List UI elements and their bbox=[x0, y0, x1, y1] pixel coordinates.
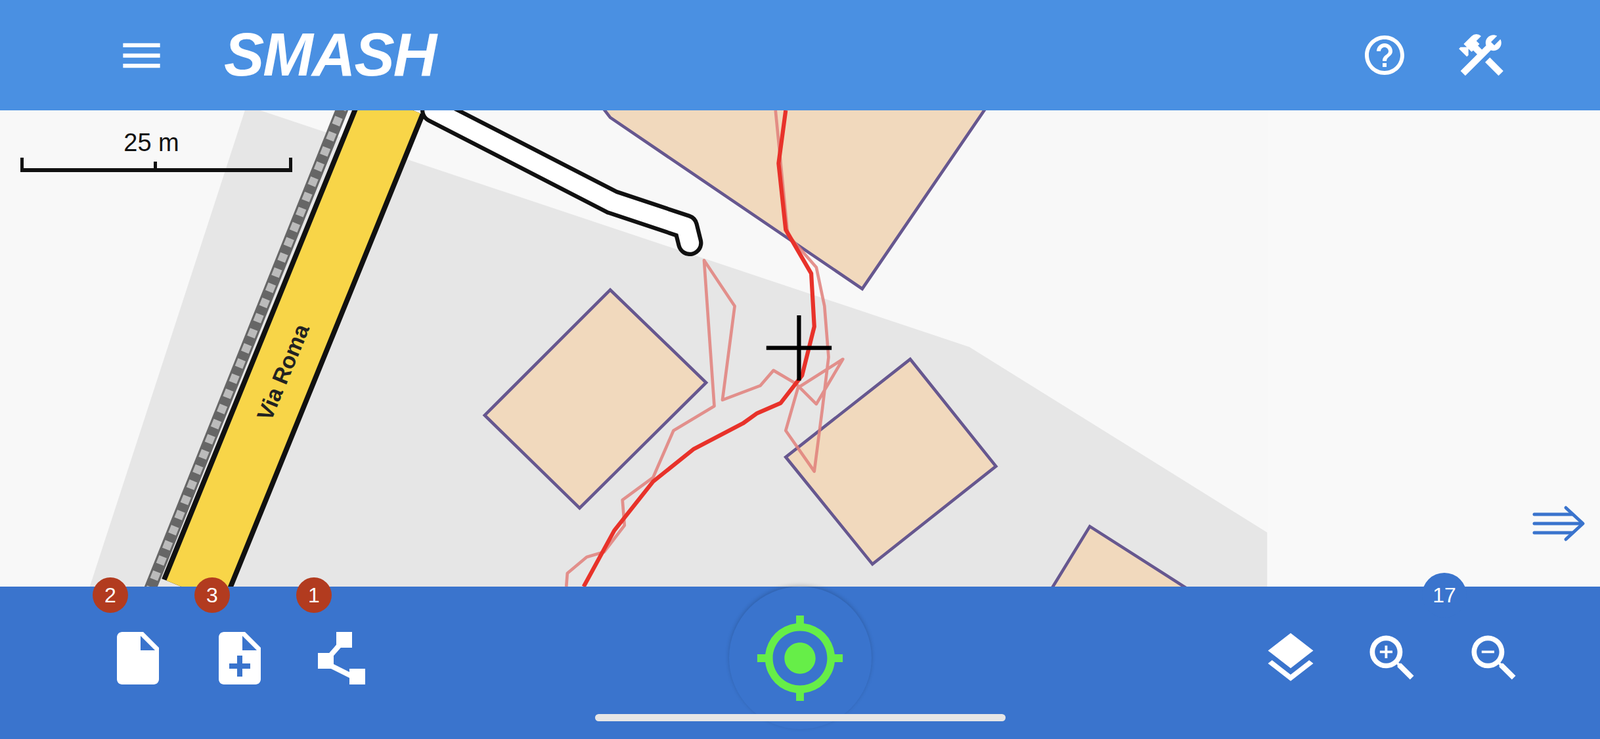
street: Via Roma bbox=[193, 110, 393, 587]
add-note-button[interactable]: 3 bbox=[206, 625, 273, 691]
layers-button[interactable] bbox=[1257, 625, 1324, 691]
crosshair-icon bbox=[766, 315, 832, 381]
street-label: Via Roma bbox=[252, 319, 315, 425]
left-tools: 231 bbox=[0, 625, 730, 691]
notes-icon bbox=[106, 626, 170, 690]
help-icon bbox=[1360, 31, 1409, 79]
zoom-out-icon bbox=[1464, 627, 1525, 689]
app-bar-actions bbox=[1360, 28, 1509, 83]
map-canvas[interactable]: Via Roma bbox=[0, 110, 1600, 587]
menu-button[interactable] bbox=[116, 30, 167, 81]
help-button[interactable] bbox=[1360, 31, 1409, 79]
logs-button[interactable]: 1 bbox=[308, 625, 375, 691]
smash-screen: SMASHVia Roma25 m23117 bbox=[0, 0, 1600, 739]
right-tools: 17 bbox=[871, 625, 1600, 691]
polyline-icon bbox=[310, 626, 374, 690]
app-bar: SMASH bbox=[0, 0, 1600, 111]
bottom-toolbar: 231 17 bbox=[0, 586, 1600, 739]
center-on-gps-button[interactable] bbox=[729, 586, 872, 730]
triple-arrow-icon bbox=[1531, 505, 1587, 542]
zoom-level-badge: 17 bbox=[1422, 572, 1467, 618]
scale-bar: 25 m bbox=[20, 128, 293, 173]
zoom-in-button[interactable] bbox=[1359, 625, 1426, 691]
scale-line bbox=[20, 157, 293, 173]
buildings bbox=[484, 110, 1189, 587]
app-title: SMASH bbox=[223, 21, 1361, 89]
count-badge: 3 bbox=[194, 577, 230, 613]
gps-log-raw bbox=[566, 110, 843, 587]
side-panel-button[interactable] bbox=[1531, 505, 1587, 542]
gps-icon bbox=[753, 611, 847, 705]
add-note-icon bbox=[208, 626, 272, 690]
home-indicator[interactable] bbox=[595, 713, 1006, 722]
scale-label: 25 m bbox=[123, 128, 179, 158]
notes-button[interactable]: 2 bbox=[105, 625, 171, 691]
zoom-in-icon bbox=[1362, 627, 1423, 689]
count-badge: 1 bbox=[296, 577, 332, 613]
menu-icon bbox=[116, 30, 167, 81]
settings-button[interactable] bbox=[1454, 28, 1509, 83]
count-badge: 2 bbox=[92, 577, 129, 613]
map-view[interactable]: Via Roma 25 m bbox=[0, 110, 1600, 587]
toolbar-row: 231 17 bbox=[0, 586, 1600, 700]
tools-icon bbox=[1454, 28, 1509, 83]
zoom-out-button[interactable]: 17 bbox=[1461, 625, 1528, 691]
layers-icon bbox=[1260, 627, 1321, 689]
scale-tick bbox=[153, 161, 157, 169]
